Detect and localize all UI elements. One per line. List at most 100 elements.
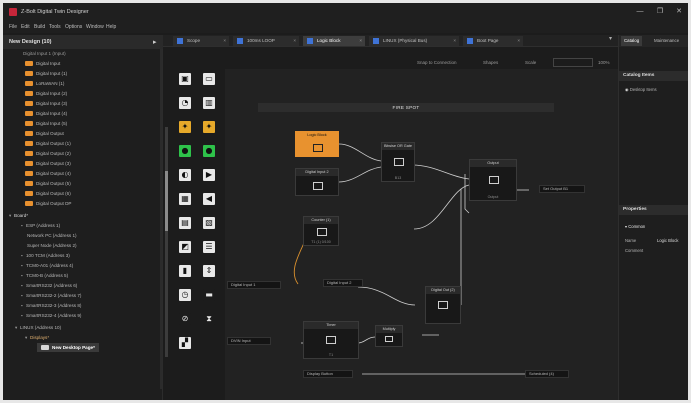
tab-logic-block[interactable]: Logic Block × [303, 36, 365, 46]
warning-tool-icon[interactable]: ✦ [179, 121, 191, 133]
tree-item[interactable]: Digital Input (4) [25, 109, 67, 118]
menu-build[interactable]: Build [34, 24, 45, 30]
menu-options[interactable]: Options [65, 24, 82, 30]
node-counter[interactable]: Counter (1) T1 (1) 0/100 [303, 216, 339, 246]
alert-tool-icon[interactable]: ✦ [203, 121, 215, 133]
play-tool-icon[interactable]: ▶ [203, 169, 215, 181]
tree-item[interactable]: Digital Output (6) [25, 189, 71, 198]
tree-item[interactable]: Digital Output (2) [25, 149, 71, 158]
shapes-dropdown[interactable]: Shapes [483, 60, 498, 65]
input-node[interactable]: Digital Input 2 [323, 279, 363, 287]
node-logic-block[interactable]: Logic Block [295, 131, 339, 157]
tree-group-board[interactable]: ▾ Board* [9, 211, 28, 220]
property-name-value[interactable]: Logic Block [657, 238, 678, 243]
tree-item-selected[interactable]: New Desktop Page* [37, 343, 99, 352]
node-digital-in[interactable]: Digital Input 2 [295, 168, 339, 196]
tree-item[interactable]: ▪ SmartRS232 (Address 6) [21, 281, 77, 290]
node-digital-out-2[interactable]: Digital Out (2) [425, 286, 461, 324]
led-tool-icon[interactable]: ● [179, 145, 191, 157]
tree-item[interactable]: LoRaWAN (1) [25, 79, 64, 88]
menu-tools[interactable]: Tools [49, 24, 61, 30]
tree-item[interactable]: Digital Input [25, 59, 60, 68]
tree-item[interactable]: Digital Input (5) [25, 119, 67, 128]
trend-tool-icon[interactable]: ◩ [179, 241, 191, 253]
menu-window[interactable]: Window [86, 24, 104, 30]
maximize-button[interactable]: ❐ [655, 7, 665, 16]
tree-item[interactable]: ▪ ESP (Address 1) [21, 221, 60, 230]
image-tool-icon[interactable]: ▣ [179, 73, 191, 85]
button-tool-icon[interactable]: ▮ [179, 265, 191, 277]
tab-linux[interactable]: LINUX (Physical Bus) × [369, 36, 459, 46]
input-node[interactable]: Display Button [303, 370, 353, 378]
menu-help[interactable]: Help [106, 24, 116, 30]
chart-tool-icon[interactable]: ▥ [203, 97, 215, 109]
tree-item[interactable]: ▾ LINUX (Address 10) [15, 323, 61, 332]
minus-tool-icon[interactable]: ▬ [203, 289, 215, 301]
snap-toggle[interactable]: Snap to Connection [417, 60, 457, 65]
link-tool-icon[interactable]: ⊘ [179, 313, 191, 325]
panel-tool-icon[interactable]: ▧ [203, 217, 215, 229]
palette-scroll-thumb[interactable] [165, 171, 168, 231]
tree-scrollbar[interactable] [160, 49, 162, 389]
table-tool-icon[interactable]: ▦ [179, 193, 191, 205]
menu-edit[interactable]: Edit [21, 24, 30, 30]
tree-item[interactable]: Digital Output DP [25, 199, 72, 208]
tab-loop[interactable]: 100ms LOOP × [233, 36, 299, 46]
tree-item[interactable]: ▪ SmartRS232-4 (Address 9) [21, 311, 81, 320]
tree-item[interactable]: ▪ 100 TCM (Address 3) [21, 251, 70, 260]
toggle-tool-icon[interactable]: ◐ [179, 169, 191, 181]
tree-item[interactable]: Digital Output (5) [25, 179, 71, 188]
tree-item[interactable]: Digital Output (4) [25, 169, 71, 178]
tree-item[interactable]: Digital Input (1) [25, 69, 67, 78]
text-tool-icon[interactable]: ▞ [179, 337, 191, 349]
tree-item[interactable]: ▪ TCM0-B (Address 5) [21, 271, 68, 280]
speaker-tool-icon[interactable]: ◀ [203, 193, 215, 205]
folder-tool-icon[interactable]: ▭ [203, 73, 215, 85]
tree-item[interactable]: Digital Output (3) [25, 159, 71, 168]
tree-item[interactable]: Digital Output [25, 129, 64, 138]
slider-tool-icon[interactable]: ⇕ [203, 265, 215, 277]
tree-item[interactable]: ▪ SmartRS232-2 (Address 7) [21, 291, 81, 300]
output-node[interactable]: Set Output B1 [539, 185, 585, 193]
node-output[interactable]: Output Output [469, 159, 517, 201]
close-tab-icon[interactable]: × [293, 36, 296, 46]
tree-item[interactable]: Digital Input (2) [25, 89, 67, 98]
tree-item[interactable]: Super Node (Address 2) [27, 241, 77, 250]
node-or-gate[interactable]: Bitwise OR Gate B13 [381, 142, 415, 182]
minimize-button[interactable]: — [635, 7, 645, 16]
palette-scrollbar[interactable] [165, 127, 168, 357]
input-node[interactable]: DVIN Input [227, 337, 271, 345]
tab-scope[interactable]: Scope × [173, 36, 229, 46]
menu-file[interactable]: File [9, 24, 17, 30]
tab-catalog[interactable]: Catalog [621, 36, 643, 46]
output-node[interactable]: Scheduled (4) [525, 370, 569, 378]
tree-item[interactable]: ▪ TCM0-A01 (Address 4) [21, 261, 73, 270]
tree-item[interactable]: Network PC (Address 1) [27, 231, 77, 240]
tree-root[interactable]: Digital Input 1 (Input) [23, 49, 66, 58]
close-tab-icon[interactable]: × [223, 36, 226, 46]
node-multiply[interactable]: Multiply [375, 325, 403, 347]
run-icon[interactable]: ▸ [153, 38, 157, 46]
logic-canvas[interactable]: FIRE SPOT Logic Block Digital Input 2 Bi… [225, 69, 618, 400]
tree-item[interactable]: Digital Input (3) [25, 99, 67, 108]
scale-slider[interactable] [553, 58, 593, 67]
tab-overflow-icon[interactable]: ▾ [609, 35, 612, 42]
grid-tool-icon[interactable]: ▤ [179, 217, 191, 229]
gauge-tool-icon[interactable]: ◔ [179, 97, 191, 109]
hourglass-tool-icon[interactable]: ⧗ [203, 313, 215, 325]
clock-tool-icon[interactable]: ◷ [179, 289, 191, 301]
node-timer[interactable]: Timer T1 [303, 321, 359, 359]
tree-item[interactable]: Digital Output (1) [25, 139, 71, 148]
close-tab-icon[interactable]: × [359, 36, 362, 46]
catalog-item[interactable]: ◉ Desktop Items [625, 87, 657, 92]
list-tool-icon[interactable]: ☰ [203, 241, 215, 253]
tab-maintenance[interactable]: Maintenance [651, 36, 682, 46]
properties-section[interactable]: ▾ Common [625, 224, 645, 229]
tree-item[interactable]: ▪ SmartRS232-3 (Address 8) [21, 301, 81, 310]
close-button[interactable]: ✕ [674, 7, 684, 16]
input-node[interactable]: Digital Input 1 [227, 281, 281, 289]
close-tab-icon[interactable]: × [453, 36, 456, 46]
tree-item[interactable]: ▾ Displays* [25, 333, 49, 342]
tab-boot-page[interactable]: Boot Page × [463, 36, 523, 46]
close-tab-icon[interactable]: × [517, 36, 520, 46]
